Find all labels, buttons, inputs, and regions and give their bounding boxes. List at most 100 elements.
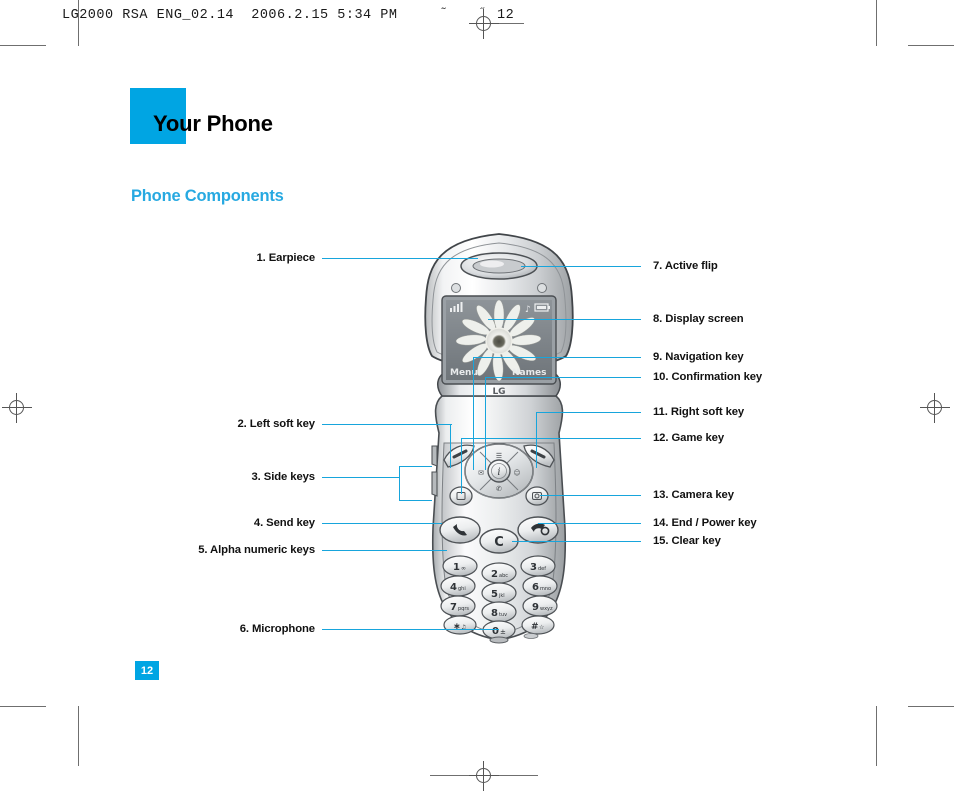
crop-mark-bottom-center-horizontal-left bbox=[430, 775, 470, 776]
print-header-text: LG2000 RSA ENG_02.14 2006.2.15 5:34 PM bbox=[62, 8, 398, 23]
leader-line-end-power-key bbox=[538, 523, 641, 525]
svg-text:tuv: tuv bbox=[499, 612, 507, 618]
registration-mark-left bbox=[2, 393, 32, 423]
svg-text:i: i bbox=[497, 467, 500, 478]
crop-mark-left-top-horizontal bbox=[0, 45, 46, 46]
print-header-folio: 12 bbox=[497, 8, 515, 23]
leader-line-game-key bbox=[461, 438, 641, 440]
svg-text:3: 3 bbox=[530, 562, 537, 573]
page-number-badge: 12 bbox=[135, 661, 159, 680]
navigation-key-graphic: ☰ ✉ ☺ ✆ i bbox=[464, 443, 534, 499]
svg-text:8: 8 bbox=[491, 608, 498, 619]
page-title: Your Phone bbox=[153, 111, 273, 136]
leader-line-microphone bbox=[322, 629, 499, 631]
nav-up-glyph: ☰ bbox=[496, 452, 502, 460]
svg-text:def: def bbox=[538, 566, 546, 572]
leader-line-left-soft-key-drop bbox=[450, 424, 452, 468]
leader-line-side-keys-bracket bbox=[399, 466, 401, 501]
callout-send-key: 4. Send key bbox=[253, 517, 315, 529]
callout-active-flip: 7. Active flip bbox=[653, 260, 718, 272]
nav-left-glyph: ✉ bbox=[478, 469, 484, 477]
crop-mark-left-bottom-horizontal bbox=[0, 706, 46, 707]
crop-mark-bottom-right-vertical bbox=[876, 706, 877, 766]
leader-line-side-keys-upper bbox=[399, 466, 432, 468]
display-screen-graphic: ♪ Menu Names bbox=[441, 295, 557, 385]
callout-side-keys: 3. Side keys bbox=[251, 471, 316, 483]
svg-text:#: # bbox=[531, 622, 539, 632]
confirmation-key-graphic: i bbox=[487, 459, 511, 483]
svg-text:ghi: ghi bbox=[458, 586, 466, 592]
crop-mark-bottom-left-vertical bbox=[78, 706, 79, 766]
leader-line-side-keys-lower bbox=[399, 500, 432, 502]
svg-text:6: 6 bbox=[532, 582, 539, 593]
callout-navigation-key: 9. Navigation key bbox=[653, 351, 744, 363]
leader-line-left-soft-key bbox=[322, 424, 452, 426]
side-key-upper bbox=[431, 445, 438, 467]
callout-left-soft-key: 2. Left soft key bbox=[237, 418, 315, 430]
svg-text:4: 4 bbox=[450, 582, 457, 593]
registration-mark-top-center bbox=[469, 9, 499, 39]
leader-line-confirmation-key bbox=[486, 377, 641, 379]
svg-text:2: 2 bbox=[491, 569, 498, 580]
svg-text:mno: mno bbox=[540, 586, 551, 592]
svg-text:C: C bbox=[494, 535, 504, 550]
leader-line-alpha-numeric-keys bbox=[322, 550, 447, 552]
svg-text:0: 0 bbox=[492, 626, 499, 637]
callout-earpiece: 1. Earpiece bbox=[256, 252, 315, 264]
alpha-numeric-keys-graphic: 1 ∞ 2 abc 3 def 4 ghi 5 jkl 6 mno 7 pqrs… bbox=[440, 555, 558, 640]
callout-camera-key: 13. Camera key bbox=[653, 489, 734, 501]
manual-page: LG2000 RSA ENG_02.14 2006.2.15 5:34 PM ˜… bbox=[0, 0, 954, 801]
svg-text:☆: ☆ bbox=[539, 624, 544, 631]
microphone-graphic bbox=[489, 636, 509, 644]
callout-end-power-key: 14. End / Power key bbox=[653, 517, 757, 529]
callout-display-screen: 8. Display screen bbox=[653, 313, 744, 325]
leader-line-camera-key bbox=[540, 495, 641, 497]
svg-text:9: 9 bbox=[532, 602, 539, 613]
callout-confirmation-key: 10. Confirmation key bbox=[653, 371, 763, 383]
leader-line-right-soft-key bbox=[536, 412, 641, 414]
side-key-lower bbox=[431, 471, 438, 497]
crop-mark-bottom-center-horizontal-right bbox=[498, 775, 538, 776]
leader-line-earpiece bbox=[322, 258, 478, 260]
svg-text:∗: ∗ bbox=[453, 622, 461, 632]
leader-line-side-keys bbox=[322, 477, 400, 479]
crop-mark-right-bottom-horizontal bbox=[908, 706, 954, 707]
svg-text:jkl: jkl bbox=[498, 593, 505, 599]
music-note-icon: ♪ bbox=[525, 305, 531, 315]
nav-down-glyph: ✆ bbox=[496, 485, 502, 493]
leader-line-send-key bbox=[322, 523, 442, 525]
crop-mark-top-right-vertical bbox=[876, 0, 877, 46]
crop-mark-top-left-vertical bbox=[78, 0, 79, 46]
end-power-key-graphic bbox=[517, 516, 559, 544]
callout-game-key: 12. Game key bbox=[653, 432, 725, 444]
crop-mark-right-top-horizontal bbox=[908, 45, 954, 46]
svg-text:7: 7 bbox=[450, 602, 457, 613]
svg-text:±: ± bbox=[500, 628, 506, 636]
callout-right-soft-key: 11. Right soft key bbox=[653, 406, 745, 418]
svg-text:5: 5 bbox=[491, 589, 498, 600]
leader-line-active-flip bbox=[521, 266, 641, 268]
callout-clear-key: 15. Clear key bbox=[653, 535, 721, 547]
svg-text:1: 1 bbox=[453, 562, 460, 573]
svg-text:wxyz: wxyz bbox=[540, 606, 553, 612]
leader-line-display-screen bbox=[488, 319, 641, 321]
registration-mark-right bbox=[920, 393, 950, 423]
callout-alpha-numeric-keys: 5. Alpha numeric keys bbox=[198, 544, 315, 556]
registration-mark-bottom-center bbox=[469, 761, 499, 791]
svg-text:abc: abc bbox=[499, 573, 508, 579]
callout-microphone: 6. Microphone bbox=[239, 623, 315, 635]
leader-line-game-key-drop bbox=[461, 438, 463, 494]
print-header-tilde-left: ˜ bbox=[440, 6, 448, 20]
nav-right-glyph: ☺ bbox=[513, 469, 520, 477]
svg-text:∞: ∞ bbox=[461, 565, 466, 572]
leader-line-navigation-key bbox=[474, 357, 641, 359]
lg-logo: LG bbox=[492, 387, 505, 397]
leader-line-clear-key bbox=[512, 541, 641, 543]
leader-line-navigation-key-drop bbox=[473, 357, 475, 470]
leader-line-right-soft-key-drop bbox=[536, 412, 538, 468]
leader-line-confirmation-key-drop bbox=[485, 377, 487, 470]
svg-text:pqrs: pqrs bbox=[458, 606, 469, 612]
phone-illustration: ♪ Menu Names LG ☰ ✉ ☺ ✆ i C 1 ∞ 2 abc 3 … bbox=[404, 228, 594, 653]
section-title: Phone Components bbox=[131, 187, 284, 205]
send-key-graphic bbox=[439, 516, 481, 544]
